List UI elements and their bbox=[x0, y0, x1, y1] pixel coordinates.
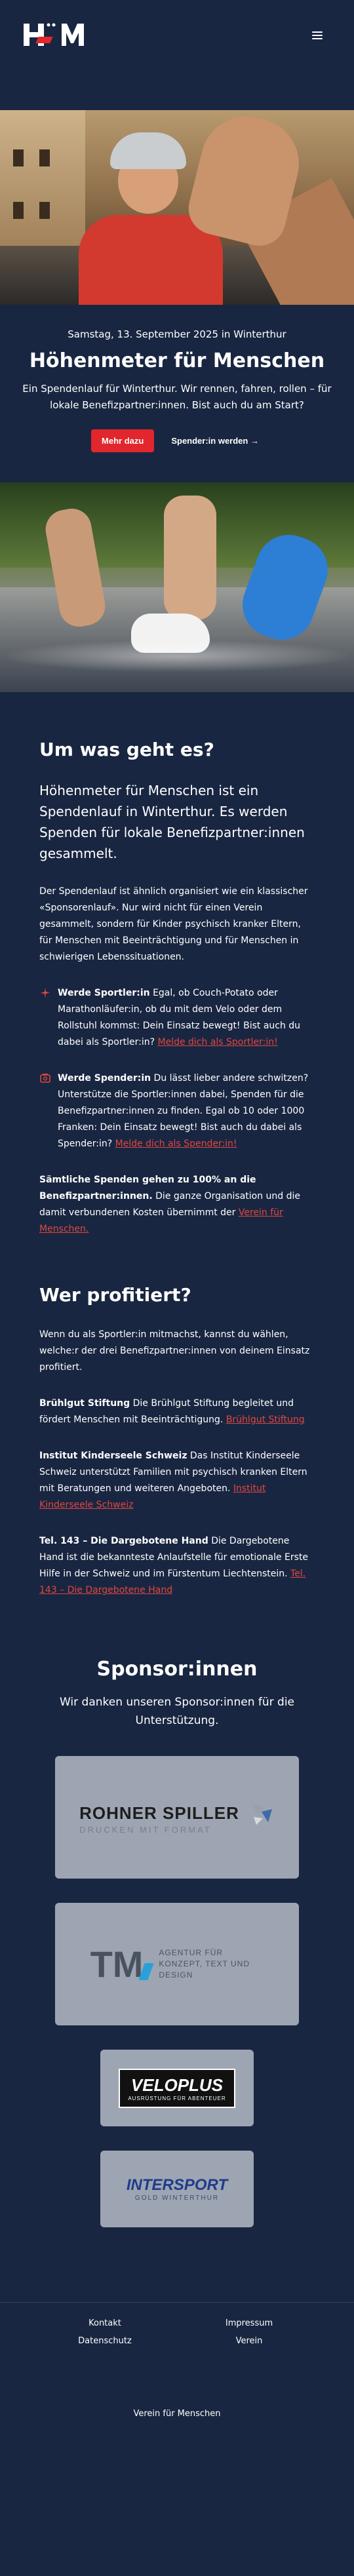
beneficiary-name: Tel. 143 – Die Dargebotene Hand bbox=[39, 1536, 208, 1546]
sponsors-heading: Sponsor:innen bbox=[96, 1658, 258, 1681]
sponsor-logo-text: ROHNER SPILLER bbox=[79, 1803, 239, 1823]
about-body: Der Spendenlauf ist ähnlich organisiert … bbox=[39, 886, 308, 962]
sponsor-logo-text: INTERSPORT bbox=[126, 2176, 228, 2194]
footer-links: Kontakt Impressum Datenschutz Verein bbox=[0, 2318, 354, 2346]
footer-link-privacy[interactable]: Datenschutz bbox=[33, 2336, 177, 2346]
hero-buttons: Mehr dazu Spender:in werden → bbox=[20, 429, 334, 452]
hom-logo-icon bbox=[24, 23, 84, 46]
beneficiary-link[interactable]: Brühlgut Stiftung bbox=[226, 1415, 305, 1425]
site-logo[interactable] bbox=[24, 21, 87, 50]
footer-link-imprint[interactable]: Impressum bbox=[177, 2318, 321, 2328]
sponsors-section: Sponsor:innen Wir danken unseren Sponsor… bbox=[0, 1599, 354, 2227]
beneficiaries-heading: Wer profitiert? bbox=[39, 1284, 191, 1306]
page-title: Höhenmeter für Menschen bbox=[29, 349, 325, 372]
beneficiaries-intro: Wenn du als Sportler:in mitmachst, kanns… bbox=[39, 1329, 310, 1373]
sponsor-logo-tm[interactable]: TM AGENTUR FÜR KONZEPT, TEXT UND DESIGN bbox=[55, 1903, 299, 2025]
sponsor-logo-subtext: AGENTUR FÜR KONZEPT, TEXT UND DESIGN bbox=[159, 1948, 250, 1980]
become-athlete-block: Werde Sportler:in Egal, ob Couch-Potato … bbox=[39, 985, 315, 1051]
sponsor-logo-veloplus[interactable]: VELOPLUS AUSRÜSTUNG FÜR ABENTEUER bbox=[100, 2050, 254, 2126]
sponsor-logo-text: VELOPLUS bbox=[130, 2075, 224, 2095]
beneficiary-name: Institut Kinderseele Schweiz bbox=[39, 1451, 187, 1461]
beneficiary-item: Brühlgut Stiftung Die Brühlgut Stiftung … bbox=[39, 1395, 315, 1428]
event-date: Samstag, 13. September 2025 in Winterthu… bbox=[68, 328, 286, 340]
about-heading: Um was geht es? bbox=[39, 739, 214, 760]
athlete-title: Werde Sportler:in bbox=[58, 988, 150, 998]
donations-note: Sämtliche Spenden gehen zu 100% an die B… bbox=[39, 1172, 315, 1238]
donor-text: Du lässt lieber andere schwitzen? Unters… bbox=[58, 1073, 309, 1149]
beneficiary-item: Institut Kinderseele Schweiz Das Institu… bbox=[39, 1448, 315, 1513]
sponsor-logo-subtext: GOLD WINTERTHUR bbox=[134, 2195, 220, 2202]
more-info-button[interactable]: Mehr dazu bbox=[91, 429, 155, 452]
donation-icon bbox=[39, 1070, 52, 1152]
site-footer: Kontakt Impressum Datenschutz Verein Ver… bbox=[0, 2302, 354, 2445]
footer-organization[interactable]: Verein für Menschen bbox=[0, 2409, 354, 2419]
hero-subtitle: Ein Spendenlauf für Winterthur. Wir renn… bbox=[22, 383, 332, 411]
sponsor-logo-subtext: AUSRÜSTUNG FÜR ABENTEUER bbox=[128, 2095, 226, 2101]
hero-section: Samstag, 13. September 2025 in Winterthu… bbox=[0, 305, 354, 482]
sponsor-logo-rohner-spiller[interactable]: ROHNER SPILLER DRUCKEN MIT FORMAT bbox=[55, 1756, 299, 1879]
runners-image bbox=[0, 482, 354, 692]
athlete-signup-link[interactable]: Melde dich als Sportler:in! bbox=[157, 1037, 277, 1047]
sponsor-logo-intersport[interactable]: INTERSPORT GOLD WINTERTHUR bbox=[100, 2151, 254, 2227]
sponsor-logo-text: TM bbox=[90, 1943, 144, 1985]
rohner-spiller-mark-icon bbox=[250, 1803, 272, 1825]
about-lead: Höhenmeter für Menschen ist ein Spendenl… bbox=[39, 783, 305, 861]
become-donor-button[interactable]: Spender:in werden → bbox=[167, 429, 263, 452]
beneficiary-item: Tel. 143 – Die Dargebotene Hand Die Darg… bbox=[39, 1533, 315, 1599]
runner-icon bbox=[39, 985, 52, 1051]
footer-link-association[interactable]: Verein bbox=[177, 2336, 321, 2346]
footer-link-contact[interactable]: Kontakt bbox=[33, 2318, 177, 2328]
donor-title: Werde Spender:in bbox=[58, 1073, 151, 1083]
hamburger-menu-icon[interactable] bbox=[312, 31, 323, 39]
become-donor-block: Werde Spender:in Du lässt lieber andere … bbox=[39, 1070, 315, 1152]
hero-image-cyclist-high-five bbox=[0, 110, 354, 305]
sponsors-text: Wir danken unseren Sponsor:innen für die… bbox=[60, 1696, 294, 1727]
donor-signup-link[interactable]: Melde dich als Spender:in! bbox=[115, 1139, 237, 1149]
sponsor-logo-subtext: DRUCKEN MIT FORMAT bbox=[79, 1825, 212, 1835]
site-header bbox=[0, 0, 354, 110]
beneficiary-name: Brühlgut Stiftung bbox=[39, 1398, 130, 1409]
main-content: Um was geht es? Höhenmeter für Menschen … bbox=[0, 692, 354, 1599]
